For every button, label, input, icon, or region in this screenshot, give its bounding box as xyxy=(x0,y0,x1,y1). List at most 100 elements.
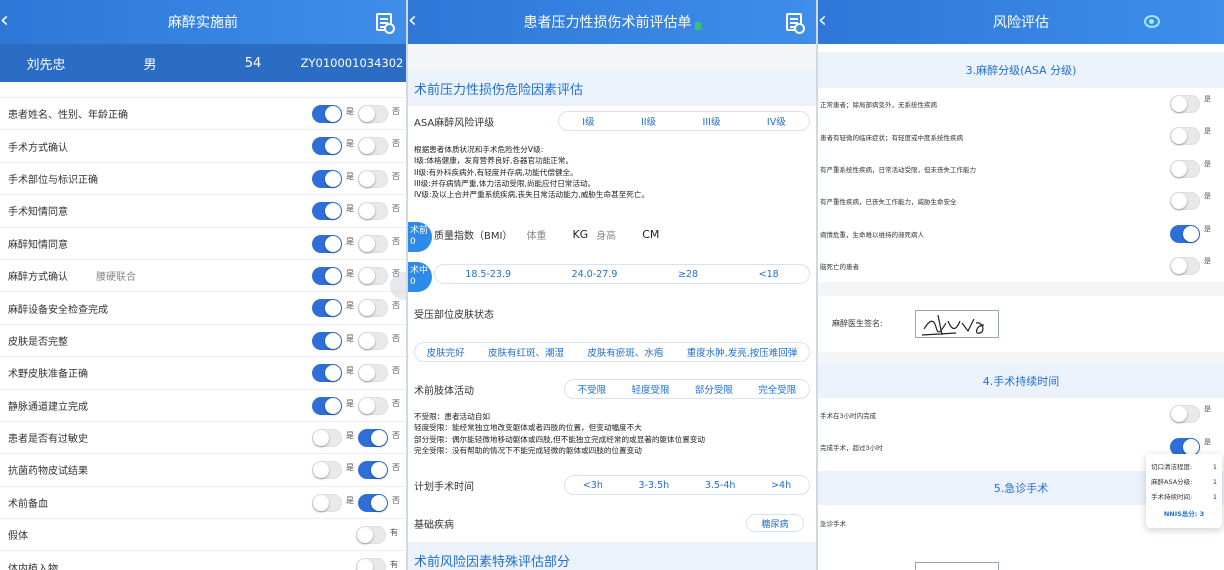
asa-grade-toggle[interactable] xyxy=(1170,224,1200,243)
asa-grade-toggle[interactable] xyxy=(1170,127,1200,146)
limb-option[interactable]: 部分受限 xyxy=(695,382,733,396)
yes-toggle[interactable] xyxy=(312,299,342,318)
checklist-row: 假体 有 xyxy=(0,519,406,552)
time-option[interactable]: 3-3.5h xyxy=(639,480,670,491)
note-line: 不受限：患者活动自如 xyxy=(414,412,490,421)
note-line: 完全受限：没有帮助的情况下不能完成轻微的躯体或四肢的位置变动 xyxy=(414,445,642,455)
patient-name: 刘先忠 xyxy=(26,57,66,73)
no-toggle[interactable] xyxy=(358,137,388,156)
no-toggle[interactable] xyxy=(358,493,388,512)
intra-op-badge[interactable]: 术中 0 xyxy=(408,262,432,292)
skin-option[interactable]: 重度水肿,发亮,按压难回弹 xyxy=(687,345,798,359)
no-toggle[interactable] xyxy=(358,396,388,415)
skin-option[interactable]: 皮肤有红斑、潮湿 xyxy=(488,345,564,359)
asa-row: ASA麻醉风险评级 I级 II级 III级 IV级 xyxy=(408,106,816,136)
asa-grade-toggle[interactable] xyxy=(1170,192,1200,211)
no-toggle[interactable] xyxy=(358,299,388,318)
no-toggle[interactable] xyxy=(358,461,388,480)
asa-options[interactable]: I级 II级 III级 IV级 xyxy=(558,111,810,131)
no-toggle[interactable] xyxy=(358,428,388,447)
badge-label: 术中 xyxy=(410,266,429,276)
row-label: 手术知情同意 xyxy=(8,207,68,219)
toggle-switch[interactable] xyxy=(356,526,386,545)
pressure-injury-assessment-panel: ‹ 患者压力性损伤术前评估单 术前压力性损伤危险因素评估 ASA麻醉风险评级 I… xyxy=(408,0,816,570)
popup-total: NNIS总分: 3 xyxy=(1163,510,1205,518)
yes-toggle[interactable] xyxy=(312,493,342,512)
back-chevron-icon[interactable]: ‹ xyxy=(408,8,420,34)
toggle-label: 有 xyxy=(390,528,398,538)
header-bar: ‹ 风险评估 xyxy=(818,0,1224,44)
yes-toggle[interactable] xyxy=(312,461,342,480)
yes-label: 是 xyxy=(346,268,354,278)
bmi-option[interactable]: 24.0-27.9 xyxy=(572,269,618,280)
record-search-icon[interactable] xyxy=(376,13,395,34)
record-list-icon[interactable] xyxy=(786,13,805,34)
no-label: 否 xyxy=(392,398,400,408)
time-option[interactable]: >4h xyxy=(771,480,791,491)
asa-grade-toggle[interactable] xyxy=(1170,159,1200,178)
bmi-options[interactable]: 18.5-23.9 24.0-27.9 ≥28 <18 xyxy=(434,264,810,284)
duration-label: 完成手术，超过3小时 xyxy=(820,443,883,452)
limb-option[interactable]: 轻度受限 xyxy=(632,382,670,396)
asa-option[interactable]: I级 xyxy=(582,114,594,128)
yes-toggle[interactable] xyxy=(312,234,342,253)
disease-tag[interactable]: 糖尿病 xyxy=(746,514,804,532)
yes-toggle[interactable] xyxy=(312,266,342,285)
yes-toggle[interactable] xyxy=(312,105,342,123)
time-option[interactable]: <3h xyxy=(583,480,603,491)
time-option[interactable]: 3.5-4h xyxy=(705,480,736,491)
yes-label: 是 xyxy=(346,139,354,149)
yes-toggle[interactable] xyxy=(312,137,342,156)
skin-options[interactable]: 皮肤完好 皮肤有红斑、潮湿 皮肤有瘀斑、水疱 重度水肿,发亮,按压难回弹 xyxy=(414,342,810,362)
yes-label: 是 xyxy=(346,398,354,408)
duration-row: 手术在3小时内完成 是 xyxy=(818,398,1224,430)
section-asa-title: 3.麻醉分级(ASA 分级) xyxy=(818,52,1224,88)
yes-toggle[interactable] xyxy=(312,202,342,221)
checklist-row: 手术知情同意 是 否 xyxy=(0,195,406,228)
row-label: 手术方式确认 xyxy=(8,142,68,154)
no-label: 否 xyxy=(392,107,400,116)
asa-option[interactable]: III级 xyxy=(703,114,721,128)
no-label: 否 xyxy=(392,333,400,343)
nnis-score-popup: 切口清洁程度: 1 麻醉ASA分级: 1 手术持续时间: 1 NNIS总分: 3 xyxy=(1146,454,1222,528)
bmi-option[interactable]: 18.5-23.9 xyxy=(465,269,511,280)
no-toggle[interactable] xyxy=(358,169,388,188)
row-label: 术野皮肤准备正确 xyxy=(8,369,88,381)
asa-option[interactable]: IV级 xyxy=(767,114,786,128)
asa-grade-toggle[interactable] xyxy=(1170,95,1200,113)
no-toggle[interactable] xyxy=(358,331,388,350)
back-chevron-icon[interactable]: ‹ xyxy=(818,8,830,34)
no-toggle[interactable] xyxy=(358,364,388,383)
yes-toggle[interactable] xyxy=(312,396,342,415)
limb-options[interactable]: 不受限 轻度受限 部分受限 完全受限 xyxy=(564,379,810,399)
asa-option[interactable]: II级 xyxy=(641,114,656,128)
back-chevron-icon[interactable]: ‹ xyxy=(0,8,12,34)
skin-option[interactable]: 皮肤有瘀斑、水疱 xyxy=(587,345,663,359)
yes-label: 是 xyxy=(346,204,354,214)
duration-toggle[interactable] xyxy=(1170,405,1200,424)
asa-grade-row: 脑死亡的患者 是 xyxy=(818,250,1224,282)
row-label: 体内植入物 xyxy=(8,563,58,570)
yes-toggle[interactable] xyxy=(312,364,342,383)
limb-option[interactable]: 完全受限 xyxy=(758,382,796,396)
yes-toggle[interactable] xyxy=(312,331,342,350)
asa-grade-toggle[interactable] xyxy=(1170,256,1200,275)
pre-anesthesia-panel: ‹ 麻醉实施前 刘先忠 男 54 ZY010001034302 患者姓名、性别、… xyxy=(0,0,406,570)
yes-toggle[interactable] xyxy=(312,428,342,447)
toggle-switch[interactable] xyxy=(356,558,386,570)
time-options[interactable]: <3h 3-3.5h 3.5-4h >4h xyxy=(564,475,810,495)
yes-toggle[interactable] xyxy=(312,169,342,188)
skin-option[interactable]: 皮肤完好 xyxy=(427,345,465,359)
yes-label: 是 xyxy=(346,333,354,343)
bmi-option[interactable]: ≥28 xyxy=(678,269,698,280)
eye-icon[interactable] xyxy=(1144,15,1160,28)
no-toggle[interactable] xyxy=(358,234,388,253)
limb-option[interactable]: 不受限 xyxy=(578,382,607,396)
checklist-row: 患者姓名、性别、年龄正确 是 否 xyxy=(0,98,406,131)
no-toggle[interactable] xyxy=(358,202,388,221)
status-lock-icon xyxy=(694,22,701,30)
no-toggle[interactable] xyxy=(358,105,388,123)
note-line: II级:有外科疾病外,有轻度并存病,功能代偿健全。 xyxy=(414,167,578,177)
bmi-option[interactable]: <18 xyxy=(759,269,779,280)
no-toggle[interactable] xyxy=(358,266,388,285)
